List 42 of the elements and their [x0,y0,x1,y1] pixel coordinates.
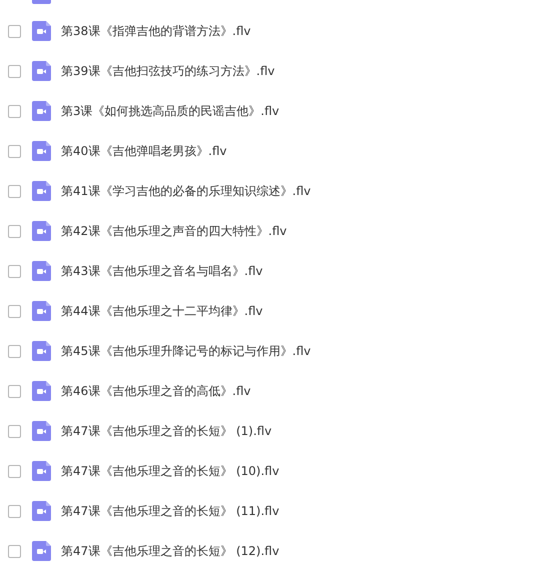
checkbox[interactable] [8,504,21,518]
checkbox[interactable] [8,184,21,198]
file-name[interactable]: 第41课《学习吉他的必备的乐理知识综述》.flv [61,182,311,200]
video-file-icon [32,261,51,281]
file-name[interactable]: 第44课《吉他乐理之十二平均律》.flv [61,302,263,320]
file-name[interactable]: 第47课《吉他乐理之音的长短》 (12).flv [61,542,280,560]
video-file-icon [32,61,51,81]
file-name[interactable]: 第43课《吉他乐理之音名与唱名》.flv [61,262,263,280]
video-file-icon [32,421,51,441]
file-name[interactable]: 第45课《吉他乐理升降记号的标记与作用》.flv [61,342,311,360]
checkbox[interactable] [8,464,21,478]
video-file-icon [32,381,51,401]
video-file-icon [32,461,51,481]
checkbox[interactable] [8,24,21,38]
video-file-icon [32,181,51,201]
checkbox[interactable] [8,64,21,78]
video-file-icon [32,221,51,241]
video-file-icon [32,141,51,161]
checkbox[interactable] [8,304,21,318]
file-name[interactable]: 第40课《吉他弹唱老男孩》.flv [61,142,227,160]
file-name[interactable]: 第47课《吉他乐理之音的长短》 (1).flv [61,422,272,440]
checkbox[interactable] [8,544,21,558]
video-file-icon [32,101,51,121]
checkbox[interactable] [8,104,21,118]
video-file-icon [32,341,51,361]
video-file-icon [32,541,51,561]
file-name[interactable]: 第39课《吉他扫弦技巧的练习方法》.flv [61,62,275,80]
checkbox[interactable] [8,224,21,238]
checkbox[interactable] [8,144,21,158]
checkbox[interactable] [8,424,21,438]
file-name[interactable]: 第47课《吉他乐理之音的长短》 (11).flv [61,502,280,520]
file-name[interactable]: 第3课《如何挑选高品质的民谣吉他》.flv [61,102,280,120]
checkbox[interactable] [8,384,21,398]
file-name[interactable]: 第46课《吉他乐理之音的高低》.flv [61,382,251,400]
video-file-icon [32,21,51,41]
file-name[interactable]: 第47课《吉他乐理之音的长短》 (10).flv [61,462,280,480]
video-file-icon [32,501,51,521]
file-name[interactable]: 第38课《指弹吉他的背谱方法》.flv [61,22,251,40]
checkbox[interactable] [8,344,21,358]
video-file-icon [32,301,51,321]
checkbox[interactable] [8,264,21,278]
file-name[interactable]: 第42课《吉他乐理之声音的四大特性》.flv [61,222,287,240]
